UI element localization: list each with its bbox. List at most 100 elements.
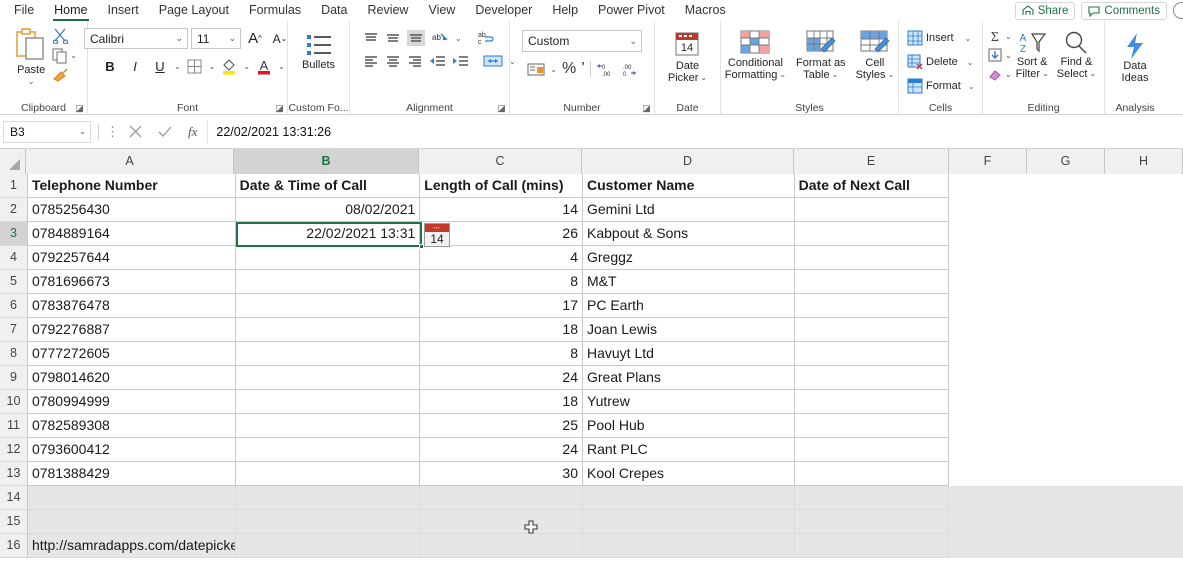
conditional-formatting-button[interactable]: Conditional Formatting ⌄	[721, 27, 790, 83]
cell-C2[interactable]: 14	[420, 198, 583, 222]
cell-C11[interactable]: 25	[420, 414, 583, 438]
align-right-icon[interactable]	[407, 54, 423, 68]
cell-B13[interactable]	[235, 462, 421, 486]
cell-G11[interactable]	[1027, 414, 1106, 438]
cell-F3[interactable]	[949, 222, 1028, 246]
cell-B4[interactable]	[235, 246, 421, 270]
select-all-corner[interactable]	[0, 149, 26, 174]
cell-A15[interactable]	[27, 510, 236, 534]
find-select-button[interactable]: Find & Select ⌄	[1053, 28, 1100, 82]
number-format-combo[interactable]: Custom ⌄	[522, 30, 642, 52]
row-header-14[interactable]: 14	[0, 486, 28, 510]
clear-icon[interactable]	[987, 67, 1003, 82]
format-as-table-chevron-down-icon[interactable]: ⌄	[832, 69, 839, 81]
number-format-chevron-down-icon[interactable]: ⌄	[629, 36, 637, 47]
cell-F9[interactable]	[949, 366, 1028, 390]
format-painter-icon[interactable]	[52, 68, 77, 83]
row-header-6[interactable]: 6	[0, 294, 28, 318]
borders-chevron-down-icon[interactable]: ⌄	[209, 62, 216, 71]
paste-button[interactable]: Paste ⌄	[10, 26, 52, 90]
cell-C12[interactable]: 24	[420, 438, 583, 462]
column-header-G[interactable]: G	[1027, 149, 1105, 174]
copy-icon[interactable]	[52, 47, 68, 64]
cell-B12[interactable]	[235, 438, 421, 462]
cell-B10[interactable]	[235, 390, 421, 414]
share-button[interactable]: Share	[1014, 1, 1076, 20]
cell-G2[interactable]	[1027, 198, 1106, 222]
cell-A16[interactable]: http://samradapps.com/datepicker	[27, 534, 236, 558]
cell-A13[interactable]: 0781388429	[27, 462, 236, 486]
cancel-entry-icon[interactable]	[129, 125, 142, 138]
cell-B11[interactable]	[235, 414, 421, 438]
cell-F1[interactable]	[949, 174, 1028, 198]
cell-H13[interactable]	[1105, 462, 1183, 486]
copy-chevron-down-icon[interactable]: ⌄	[70, 51, 77, 60]
row-header-12[interactable]: 12	[0, 438, 28, 462]
delete-cells-button[interactable]: Delete ⌄	[904, 53, 977, 71]
cell-B16[interactable]	[235, 534, 421, 558]
cell-F15[interactable]	[949, 510, 1028, 534]
cell-C8[interactable]: 8	[420, 342, 583, 366]
row-header-9[interactable]: 9	[0, 366, 28, 390]
cell-F16[interactable]	[949, 534, 1028, 558]
number-dialog-launcher-icon[interactable]: ◪	[642, 104, 651, 113]
column-header-C[interactable]: C	[419, 149, 582, 174]
insert-cells-chevron-down-icon[interactable]: ⌄	[965, 34, 972, 43]
cell-A14[interactable]	[27, 486, 236, 510]
format-cells-button[interactable]: Format ⌄	[904, 77, 978, 95]
cell-F4[interactable]	[949, 246, 1028, 270]
orientation-chevron-down-icon[interactable]: ⌄	[455, 34, 462, 43]
ribbon-tab-insert[interactable]: Insert	[98, 0, 149, 21]
column-header-E[interactable]: E	[794, 149, 949, 174]
ribbon-tab-page-layout[interactable]: Page Layout	[149, 0, 239, 21]
row-header-10[interactable]: 10	[0, 390, 28, 414]
cell-G13[interactable]	[1027, 462, 1106, 486]
sort-filter-chevron-down-icon[interactable]: ⌄	[1042, 68, 1049, 80]
cell-E9[interactable]	[794, 366, 950, 390]
cell-A8[interactable]: 0777272605	[27, 342, 236, 366]
cell-E11[interactable]	[794, 414, 950, 438]
cell-D8[interactable]: Havuyt Ltd	[583, 342, 795, 366]
cell-D2[interactable]: Gemini Ltd	[583, 198, 795, 222]
cell-H10[interactable]	[1105, 390, 1183, 414]
cell-B3[interactable]: 22/02/2021 13:31	[235, 222, 421, 246]
cell-D14[interactable]	[583, 486, 795, 510]
cell-A4[interactable]: 0792257644	[27, 246, 236, 270]
cell-D13[interactable]: Kool Crepes	[583, 462, 795, 486]
cell-B2[interactable]: 08/02/2021	[235, 198, 421, 222]
cell-B6[interactable]	[235, 294, 421, 318]
cell-F2[interactable]	[949, 198, 1028, 222]
cell-A7[interactable]: 0792276887	[27, 318, 236, 342]
cell-H8[interactable]	[1105, 342, 1183, 366]
cell-D15[interactable]	[583, 510, 795, 534]
cell-E14[interactable]	[794, 486, 950, 510]
cell-E5[interactable]	[794, 270, 950, 294]
italic-button[interactable]: I	[124, 56, 146, 77]
cell-C4[interactable]: 4	[420, 246, 583, 270]
cell-styles-button[interactable]: Cell Styles ⌄	[852, 27, 899, 83]
paste-chevron-down-icon[interactable]: ⌄	[28, 76, 35, 88]
ribbon-tab-macros[interactable]: Macros	[675, 0, 736, 21]
cell-G10[interactable]	[1027, 390, 1106, 414]
decrease-decimal-icon[interactable]: .00 0	[619, 62, 637, 77]
date-picker-cell-icon[interactable]: ▪▪▪ 14	[424, 223, 450, 247]
cell-G6[interactable]	[1027, 294, 1106, 318]
cell-G12[interactable]	[1027, 438, 1106, 462]
cell-D11[interactable]: Pool Hub	[583, 414, 795, 438]
find-select-chevron-down-icon[interactable]: ⌄	[1089, 68, 1096, 80]
cell-H16[interactable]	[1105, 534, 1183, 558]
row-header-3[interactable]: 3	[0, 222, 28, 246]
cell-G1[interactable]	[1027, 174, 1106, 198]
date-picker-button[interactable]: 14 Date Picker ⌄	[664, 28, 711, 86]
ribbon-tab-data[interactable]: Data	[311, 0, 357, 21]
formula-input[interactable]: 22/02/2021 13:31:26	[207, 120, 1183, 143]
accounting-chevron-down-icon[interactable]: ⌄	[550, 65, 557, 74]
borders-button[interactable]	[184, 56, 206, 77]
decrease-indent-icon[interactable]	[429, 54, 446, 68]
cell-G7[interactable]	[1027, 318, 1106, 342]
align-left-icon[interactable]	[363, 54, 379, 68]
cell-G8[interactable]	[1027, 342, 1106, 366]
cell-C14[interactable]	[420, 486, 583, 510]
autosum-chevron-down-icon[interactable]: ⌄	[1005, 32, 1012, 41]
cell-H2[interactable]	[1105, 198, 1183, 222]
